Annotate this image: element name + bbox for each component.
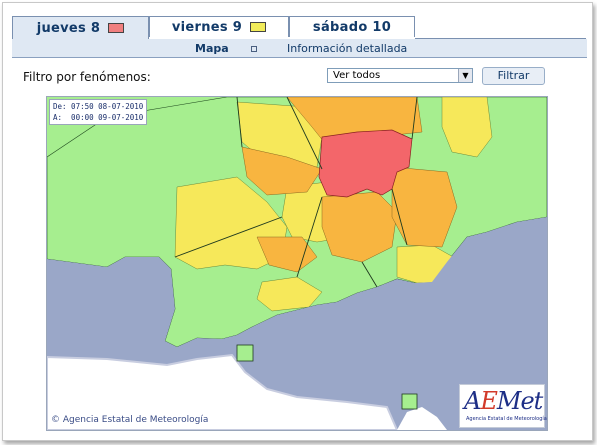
aemet-logo-subtext: Agencia Estatal de Meteorología (466, 416, 547, 422)
tab-viernes[interactable]: viernes 9 (149, 16, 289, 37)
filter-label: Filtro por fenómenos: (23, 70, 151, 84)
tab-label: jueves 8 (36, 20, 101, 36)
map-view-link[interactable]: Mapa (195, 42, 229, 55)
warning-level-swatch (108, 23, 125, 33)
tab-label: sábado 10 (312, 19, 392, 35)
copyright-notice: © Agencia Estatal de Meteorología (51, 415, 209, 425)
day-tabs: jueves 8 viernes 9 sábado 10 (12, 16, 587, 39)
aemet-logo: AEMet Agencia Estatal de Meteorología (459, 384, 547, 428)
andalusia-map (47, 97, 547, 430)
ceuta-zone (236, 344, 254, 362)
detail-view-link[interactable]: Información detallada (287, 42, 407, 55)
window-frame: jueves 8 viernes 9 sábado 10 Mapa Inform… (2, 2, 593, 441)
bullet-square-icon (251, 46, 257, 52)
dropdown-arrow-icon[interactable]: ▼ (458, 69, 472, 82)
tab-jueves[interactable]: jueves 8 (12, 16, 149, 39)
phenomena-select[interactable]: Ver todos ▼ (327, 68, 473, 83)
aemet-logo-text: AEMet (464, 387, 543, 415)
valid-to: A: 00:00 09-07-2010 (53, 113, 144, 122)
phenomena-select-value: Ver todos (333, 70, 381, 81)
valid-from: De: 07:50 08-07-2010 (53, 102, 144, 111)
view-switcher: Mapa Información detallada (12, 39, 587, 58)
melilla-zone (401, 393, 418, 410)
warning-level-swatch (250, 22, 267, 32)
tab-sabado[interactable]: sábado 10 (289, 16, 415, 37)
tab-label: viernes 9 (171, 19, 243, 35)
filter-button[interactable]: Filtrar (482, 67, 545, 85)
warning-map: De: 07:50 08-07-2010 A: 00:00 09-07-2010… (46, 96, 548, 431)
validity-period: De: 07:50 08-07-2010 A: 00:00 09-07-2010 (49, 99, 148, 125)
